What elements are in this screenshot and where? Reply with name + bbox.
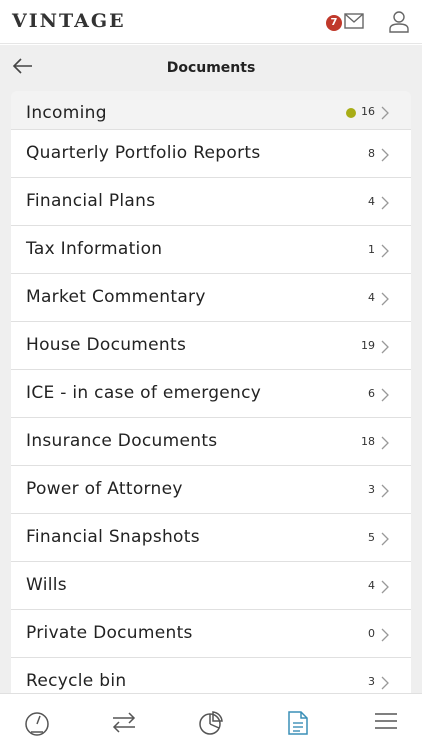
- list-item[interactable]: Incoming 16: [11, 91, 411, 130]
- list-item-count: 4: [368, 291, 375, 304]
- pie-chart-icon[interactable]: [197, 710, 225, 736]
- list-item-label: Financial Snapshots: [26, 527, 200, 547]
- list-item-label: ICE - in case of emergency: [26, 383, 262, 403]
- notification-badge: 7: [326, 15, 342, 31]
- list-item-count: 4: [368, 195, 375, 208]
- chevron-right-icon: [381, 628, 389, 642]
- chevron-right-icon: [381, 436, 389, 450]
- list-item-count: 6: [368, 387, 375, 400]
- list-item-label: Financial Plans: [26, 191, 156, 211]
- chevron-right-icon: [381, 676, 389, 690]
- list-item-label: Market Commentary: [26, 287, 206, 307]
- chevron-right-icon: [381, 292, 389, 306]
- chevron-right-icon: [381, 484, 389, 498]
- chevron-right-icon: [381, 244, 389, 258]
- list-item[interactable]: House Documents 19: [11, 322, 411, 370]
- list-item[interactable]: Power of Attorney 3: [11, 466, 411, 514]
- list-item[interactable]: Private Documents 0: [11, 610, 411, 658]
- list-item[interactable]: Wills 4: [11, 562, 411, 610]
- list-item[interactable]: Tax Information 1: [11, 226, 411, 274]
- chevron-right-icon: [381, 148, 389, 162]
- list-item-label: Insurance Documents: [26, 431, 218, 451]
- top-bar: VINTAGE 7: [0, 0, 422, 44]
- list-item[interactable]: ICE - in case of emergency 6: [11, 370, 411, 418]
- chevron-right-icon: [381, 532, 389, 546]
- mail-icon: [344, 13, 364, 29]
- page-header: Documents: [0, 45, 422, 91]
- list-item-label: Tax Information: [26, 239, 163, 259]
- list-item-count: 4: [368, 579, 375, 592]
- list-item[interactable]: Market Commentary 4: [11, 274, 411, 322]
- chevron-right-icon: [381, 388, 389, 402]
- list-item-count: 0: [368, 627, 375, 640]
- list-item-count: 1: [368, 243, 375, 256]
- list-item[interactable]: Quarterly Portfolio Reports 8: [11, 130, 411, 178]
- list-item[interactable]: Recycle bin 3: [11, 658, 411, 693]
- list-item-label: House Documents: [26, 335, 187, 355]
- dashboard-gauge-icon[interactable]: [23, 710, 51, 736]
- documents-list: Incoming 16 Quarterly Portfolio Reports 8 Fi…: [11, 91, 411, 693]
- new-indicator-dot: [346, 108, 356, 118]
- chevron-right-icon: [381, 106, 389, 120]
- chevron-right-icon: [381, 580, 389, 594]
- list-item-count: 3: [368, 675, 375, 688]
- list-item-label: Incoming: [26, 103, 107, 123]
- chevron-right-icon: [381, 340, 389, 354]
- list-item-label: Quarterly Portfolio Reports: [26, 143, 261, 163]
- page-title: Documents: [166, 60, 256, 76]
- list-item-label: Recycle bin: [26, 671, 127, 691]
- list-item-label: Power of Attorney: [26, 479, 183, 499]
- list-item-count: 16: [361, 105, 375, 118]
- bottom-navigation: [0, 693, 422, 750]
- list-item-count: 18: [361, 435, 375, 448]
- documents-content[interactable]: Incoming 16 Quarterly Portfolio Reports 8 Fi…: [0, 91, 422, 693]
- transfer-arrows-icon[interactable]: [110, 710, 138, 734]
- list-item-label: Wills: [26, 575, 67, 595]
- user-icon[interactable]: [389, 11, 409, 33]
- list-item[interactable]: Financial Snapshots 5: [11, 514, 411, 562]
- chevron-right-icon: [381, 196, 389, 210]
- list-item[interactable]: Insurance Documents 18: [11, 418, 411, 466]
- list-item-label: Private Documents: [26, 623, 193, 643]
- hamburger-menu-icon[interactable]: [374, 710, 398, 732]
- list-item-count: 19: [361, 339, 375, 352]
- list-item-count: 5: [368, 531, 375, 544]
- list-item-count: 3: [368, 483, 375, 496]
- list-item[interactable]: Financial Plans 4: [11, 178, 411, 226]
- messages-button[interactable]: 7: [326, 11, 366, 35]
- list-item-count: 8: [368, 147, 375, 160]
- brand-logo: VINTAGE: [12, 10, 126, 32]
- document-icon[interactable]: [287, 710, 309, 736]
